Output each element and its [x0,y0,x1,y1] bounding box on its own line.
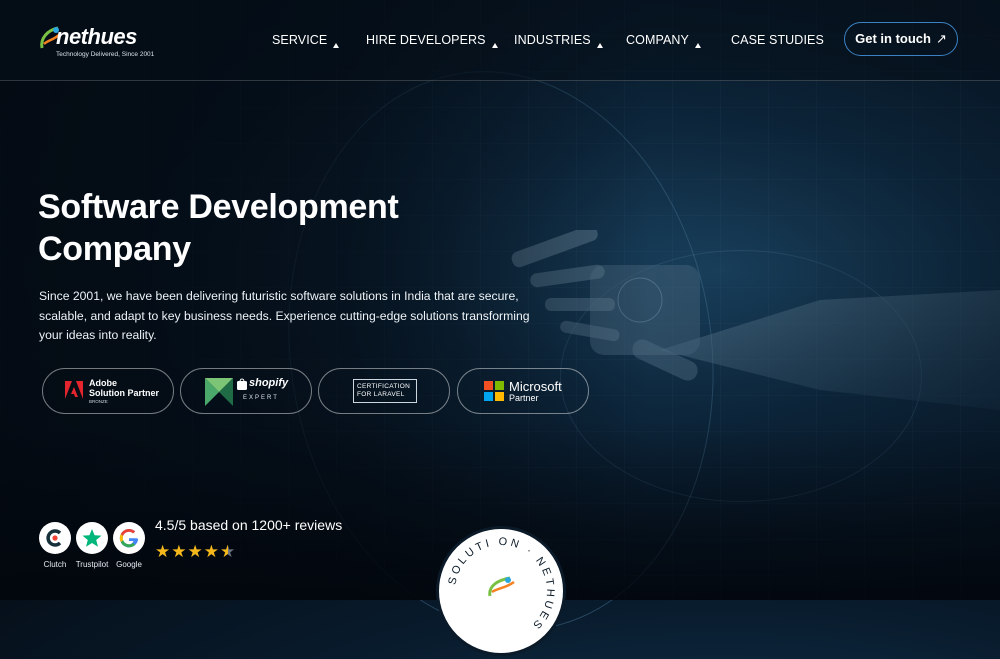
laravel-cert-label: CERTIFICATION [357,383,411,390]
adobe-label: Adobe [89,378,117,388]
shopify-label: shopify [249,377,289,389]
star-icon: ★ [203,542,220,561]
hero-description: Since 2001, we have been delivering futu… [39,289,530,342]
cta-label: Get in touch [855,31,931,46]
arrow-up-right-icon: ↗ [935,31,947,46]
rating-stars: ★★★★★ [155,542,236,562]
caret-up-icon [596,43,603,48]
site-header: nethues Technology Delivered, Since 2001… [0,0,1000,81]
adobe-tier: BRONZE [89,399,108,404]
star-half-icon: ★ [220,542,237,561]
adobe-icon [65,381,83,399]
google-icon [119,528,139,548]
clutch-badge[interactable] [39,522,71,554]
trustpilot-badge[interactable] [76,522,108,554]
nav-label: INDUSTRIES [514,33,591,47]
hero-title-line1: Software Development [38,188,399,226]
nav-label: HIRE DEVELOPERS [366,33,486,47]
microsoft-partner-label: Partner [509,393,539,403]
nav-label: COMPANY [626,33,689,47]
badge-microsoft-partner[interactable]: Microsoft Partner [457,368,589,414]
review-summary: 4.5/5 based on 1200+ reviews [155,517,343,533]
clutch-icon [46,529,62,547]
nav-label: CASE STUDIES [731,33,824,47]
nav-item-company[interactable]: COMPANY [626,33,701,48]
nav-label: SERVICE [272,33,328,47]
caret-up-icon [491,43,498,48]
star-icon: ★ [187,542,204,561]
microsoft-icon [484,381,504,401]
logo-tagline: Technology Delivered, Since 2001 [56,51,155,58]
hero-title-line2: Company [38,230,191,268]
badge-shopify[interactable]: shopify EXPERT [180,368,312,414]
shopify-bag-icon [237,378,247,390]
get-in-touch-button[interactable]: Get in touch ↗ [844,22,958,56]
caret-up-icon [694,43,701,48]
nav-item-hire-developers[interactable]: HIRE DEVELOPERS [366,33,498,48]
shopify-expert-icon [205,378,233,406]
laravel-cert-sublabel: FOR LARAVEL [357,391,405,398]
badge-laravel-certification[interactable]: CERTIFICATION FOR LARAVEL [318,368,450,414]
hero-title: Software Development Company [38,186,508,270]
logo-wordmark: nethues [56,24,137,49]
adobe-sublabel: Solution Partner [89,388,160,398]
nethues-logo[interactable]: nethues Technology Delivered, Since 2001 [38,20,158,62]
badge-adobe[interactable]: Adobe Solution Partner BRONZE [42,368,174,414]
caret-up-icon [333,43,340,48]
nav-item-industries[interactable]: INDUSTRIES [514,33,603,48]
nav-item-service[interactable]: SERVICE [272,33,340,48]
google-badge[interactable] [113,522,145,554]
trustpilot-icon [82,529,102,547]
nav-item-case-studies[interactable]: CASE STUDIES [731,33,824,47]
stamp-logo-icon [488,576,515,597]
rotating-stamp: SOLUTI ON · NETHUES [436,526,566,656]
star-icon: ★ [171,542,188,561]
microsoft-label: Microsoft [509,379,562,394]
google-label: Google [116,560,142,569]
star-icon: ★ [155,542,172,561]
shopify-expert-label: EXPERT [243,395,279,401]
